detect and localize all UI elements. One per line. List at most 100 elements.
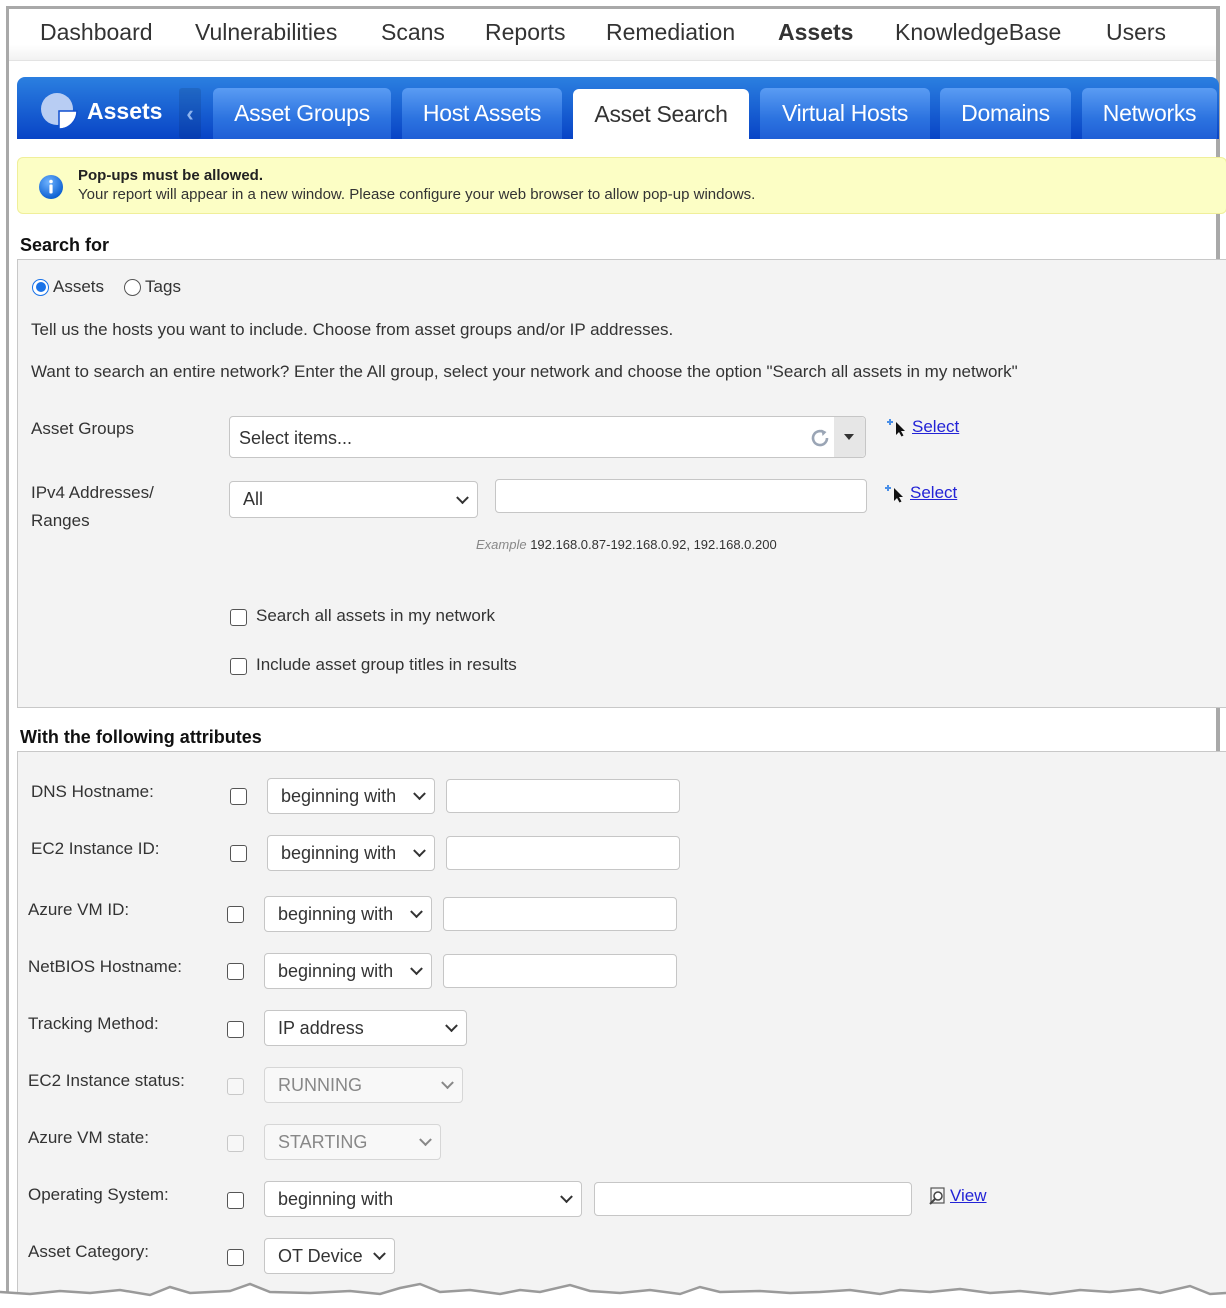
nav-dashboard[interactable]: Dashboard — [40, 19, 153, 46]
netbios-hostname-input[interactable] — [443, 954, 677, 988]
nav-scans[interactable]: Scans — [381, 19, 445, 46]
module-title: Assets — [39, 91, 162, 131]
search-for-panel: Assets Tags Tell us the hosts you want t… — [17, 259, 1226, 708]
azure-vm-state-label: Azure VM state: — [28, 1128, 149, 1147]
operating-system-input[interactable] — [594, 1182, 912, 1216]
tab-asset-groups[interactable]: Asset Groups — [213, 88, 391, 139]
radio-assets[interactable] — [32, 278, 49, 296]
ipv4-select-text[interactable]: Select — [910, 483, 957, 503]
chevron-down-icon — [410, 905, 423, 919]
asset-category-value: OT Device — [278, 1245, 363, 1266]
asset-groups-select-text[interactable]: Select — [912, 417, 959, 437]
view-link-text[interactable]: View — [950, 1186, 987, 1206]
ec2-instance-id-input[interactable] — [446, 836, 680, 870]
ec2-instance-status-checkbox — [227, 1078, 244, 1095]
dns-hostname-operator-select[interactable]: beginning with — [267, 778, 435, 814]
asset-category-checkbox[interactable] — [227, 1249, 244, 1266]
tab-networks[interactable]: Networks — [1082, 88, 1217, 139]
example-value: 192.168.0.87-192.168.0.92, 192.168.0.200 — [530, 537, 777, 552]
azure-vm-id-operator-select[interactable]: beginning with — [264, 896, 432, 932]
chevron-down-icon — [413, 844, 426, 858]
operating-system-label: Operating System: — [28, 1185, 169, 1204]
magnifier-view-icon — [929, 1187, 945, 1205]
collapse-chevron-left-icon[interactable]: ‹ — [179, 88, 201, 139]
search-all-assets-checkbox[interactable] — [230, 609, 247, 626]
azure-vm-state-select: STARTING — [264, 1124, 441, 1160]
azure-vm-id-operator-value: beginning with — [278, 903, 394, 924]
tab-host-assets[interactable]: Host Assets — [402, 88, 562, 139]
nav-remediation[interactable]: Remediation — [606, 19, 735, 46]
add-pointer-icon — [885, 485, 903, 503]
operating-system-checkbox[interactable] — [227, 1192, 244, 1209]
search-for-heading: Search for — [20, 235, 110, 255]
asset-groups-select-link[interactable]: Select — [886, 417, 959, 437]
tab-asset-search[interactable]: Asset Search — [573, 89, 749, 139]
asset-category-label: Asset Category: — [28, 1242, 149, 1261]
netbios-hostname-label: NetBIOS Hostname: — [28, 957, 183, 976]
operating-system-operator-select[interactable]: beginning with — [264, 1181, 582, 1217]
nav-knowledgebase[interactable]: KnowledgeBase — [895, 19, 1061, 46]
radio-assets-label: Assets — [53, 277, 105, 296]
module-title-text: Assets — [87, 97, 163, 124]
search-type-radio-group: Assets Tags — [32, 277, 181, 297]
search-all-assets-label: Search all assets in my network — [256, 606, 496, 625]
nav-vulnerabilities[interactable]: Vulnerabilities — [195, 19, 337, 46]
app-window: Dashboard Vulnerabilities Scans Reports … — [6, 6, 1226, 1308]
dns-hostname-input[interactable] — [446, 779, 680, 813]
asset-category-select[interactable]: OT Device — [264, 1238, 395, 1274]
asset-groups-label: Asset Groups — [31, 419, 134, 438]
azure-vm-id-label: Azure VM ID: — [28, 900, 130, 919]
nav-reports[interactable]: Reports — [485, 19, 566, 46]
nav-assets[interactable]: Assets — [778, 19, 853, 46]
radio-tags-label: Tags — [145, 277, 181, 296]
tab-virtual-hosts[interactable]: Virtual Hosts — [760, 88, 930, 139]
operating-system-view-link[interactable]: View — [928, 1186, 987, 1206]
ec2-instance-id-checkbox[interactable] — [230, 845, 247, 862]
tracking-method-checkbox[interactable] — [227, 1021, 244, 1038]
azure-vm-id-input[interactable] — [443, 897, 677, 931]
top-navigation: Dashboard Vulnerabilities Scans Reports … — [9, 9, 1216, 61]
add-pointer-icon — [887, 419, 905, 437]
netbios-hostname-checkbox[interactable] — [227, 963, 244, 980]
operating-system-operator-value: beginning with — [278, 1188, 394, 1209]
chevron-down-icon — [419, 1133, 432, 1147]
asset-groups-dropdown-arrow-icon[interactable] — [834, 417, 865, 457]
ipv4-address-input[interactable] — [495, 479, 867, 513]
include-group-titles-label: Include asset group titles in results — [256, 655, 517, 674]
chevron-down-icon — [456, 490, 469, 504]
azure-vm-state-value: STARTING — [278, 1131, 368, 1152]
info-icon — [39, 175, 63, 199]
ec2-instance-status-value: RUNNING — [278, 1074, 362, 1095]
nav-users[interactable]: Users — [1106, 19, 1166, 46]
ec2-instance-id-operator-select[interactable]: beginning with — [267, 835, 435, 871]
intro-text: Tell us the hosts you want to include. C… — [31, 320, 674, 339]
notice-text: Your report will appear in a new window.… — [78, 186, 756, 203]
hint-text: Want to search an entire network? Enter … — [31, 362, 1018, 381]
assets-pie-icon — [41, 93, 78, 130]
asset-groups-placeholder: Select items... — [239, 428, 353, 448]
include-group-titles-checkbox[interactable] — [230, 658, 247, 675]
azure-vm-state-checkbox — [227, 1135, 244, 1152]
ec2-instance-status-select: RUNNING — [264, 1067, 463, 1103]
dns-hostname-checkbox[interactable] — [230, 788, 247, 805]
ec2-instance-id-operator-value: beginning with — [281, 842, 397, 863]
ipv4-mode-value: All — [243, 489, 264, 509]
ipv4-label-line1: IPv4 Addresses/ — [31, 483, 154, 502]
ipv4-mode-select[interactable]: All — [229, 481, 478, 518]
popup-notice: Pop-ups must be allowed. Your report wil… — [17, 157, 1226, 214]
ipv4-example: Example 192.168.0.87-192.168.0.92, 192.1… — [476, 537, 777, 552]
azure-vm-id-checkbox[interactable] — [227, 906, 244, 923]
chevron-down-icon — [560, 1190, 573, 1204]
ec2-instance-id-label: EC2 Instance ID: — [31, 839, 160, 858]
torn-edge-decoration — [0, 1282, 1226, 1308]
example-label: Example — [476, 537, 527, 552]
tracking-method-select[interactable]: IP address — [264, 1010, 467, 1046]
netbios-hostname-operator-value: beginning with — [278, 960, 394, 981]
radio-tags[interactable] — [124, 278, 142, 296]
asset-groups-combobox[interactable]: Select items... — [229, 416, 866, 458]
chevron-down-icon — [410, 962, 423, 976]
ipv4-select-link[interactable]: Select — [884, 483, 957, 503]
tab-domains[interactable]: Domains — [940, 88, 1071, 139]
refresh-icon[interactable] — [809, 427, 831, 449]
netbios-hostname-operator-select[interactable]: beginning with — [264, 953, 432, 989]
